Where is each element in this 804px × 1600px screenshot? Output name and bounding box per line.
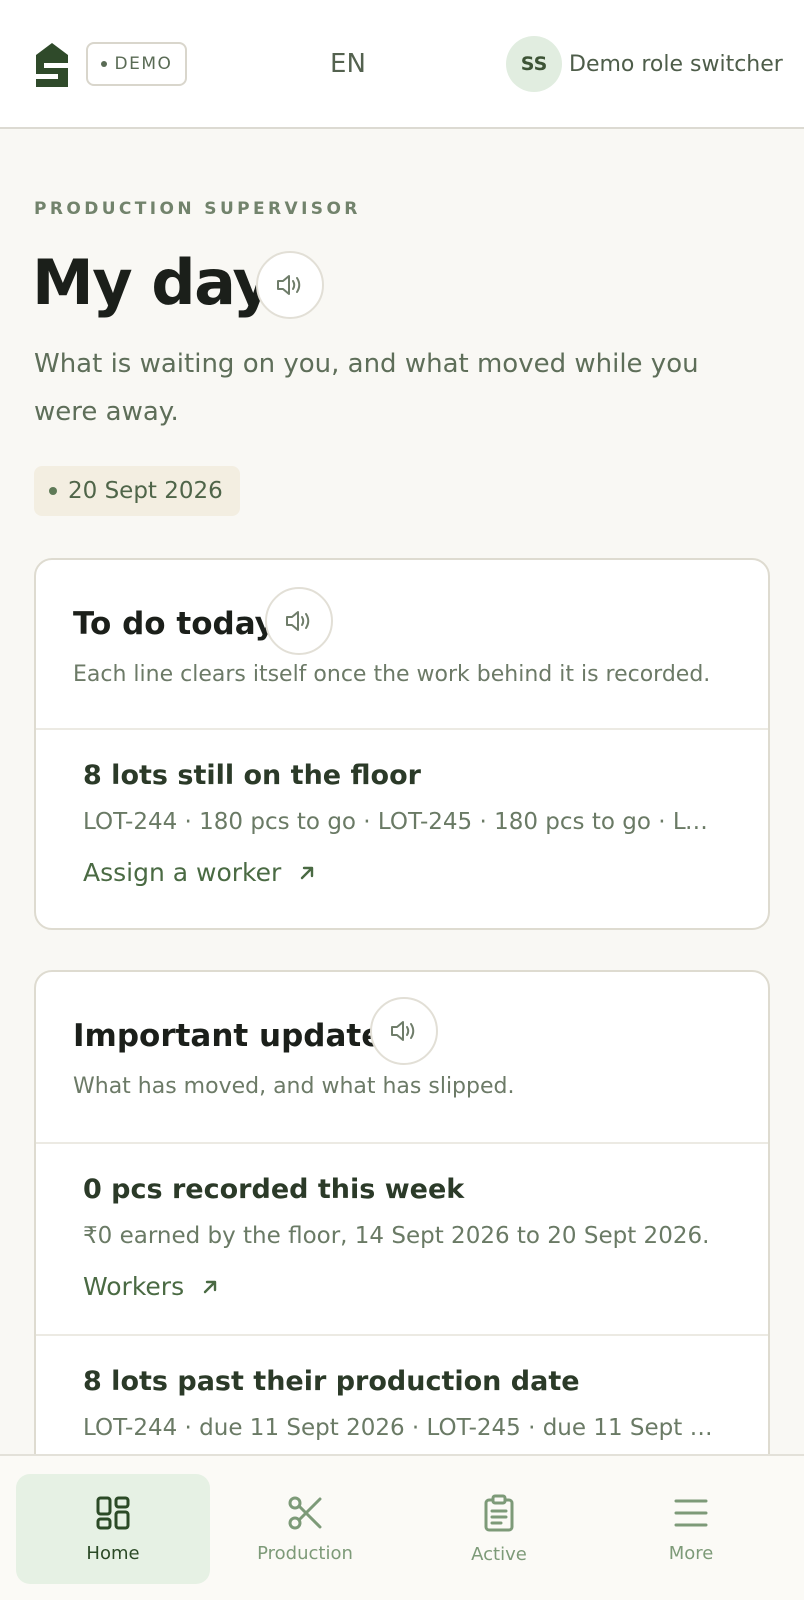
nav-item-active[interactable]: Active xyxy=(402,1474,596,1584)
workers-link-label: Workers xyxy=(83,1272,185,1301)
read-aloud-updates-button[interactable] xyxy=(370,997,438,1065)
nav-item-home[interactable]: Home xyxy=(16,1474,210,1584)
update-item-meta: LOT-244 · due 11 Sept 2026 · LOT-245 · d… xyxy=(83,1415,723,1441)
todo-item-title: 8 lots still on the floor xyxy=(83,760,421,791)
page-title: My day xyxy=(32,246,273,319)
date-label: 20 Sept 2026 xyxy=(68,478,223,504)
assign-worker-link[interactable]: Assign a worker xyxy=(83,858,317,887)
update-item: 0 pcs recorded this week ₹0 earned by th… xyxy=(36,1144,768,1336)
nav-item-label: More xyxy=(668,1542,714,1564)
menu-icon xyxy=(674,1499,708,1526)
dot-icon xyxy=(49,487,57,495)
role-switcher-label: Demo role switcher xyxy=(569,51,783,77)
top-bar: DEMO EN SS Demo role switcher xyxy=(0,0,804,129)
assign-worker-link-label: Assign a worker xyxy=(83,858,282,887)
workers-link[interactable]: Workers xyxy=(83,1272,220,1301)
nav-item-production[interactable]: Production xyxy=(208,1474,402,1584)
nav-item-more[interactable]: More xyxy=(594,1474,788,1584)
app-logo[interactable] xyxy=(34,41,70,89)
nav-item-label: Home xyxy=(86,1542,140,1564)
todo-card: To do today Each line clears itself once… xyxy=(34,558,770,930)
demo-badge-label: DEMO xyxy=(114,54,173,74)
updates-card-title: Important updates xyxy=(73,1018,401,1054)
speaker-icon xyxy=(286,611,310,631)
dot-icon xyxy=(100,61,107,67)
speaker-icon xyxy=(391,1021,415,1041)
updates-card-description: What has moved, and what has slipped. xyxy=(73,1074,515,1099)
avatar: SS xyxy=(506,36,562,92)
update-item-meta: ₹0 earned by the floor, 14 Sept 2026 to … xyxy=(83,1223,710,1249)
nav-item-label: Active xyxy=(471,1543,527,1565)
update-item-title: 8 lots past their production date xyxy=(83,1366,580,1397)
todo-card-description: Each line clears itself once the work be… xyxy=(73,662,711,687)
bottom-nav: Home Production Active More xyxy=(0,1454,804,1600)
date-chip: 20 Sept 2026 xyxy=(34,466,240,516)
updates-card: Important updates What has moved, and wh… xyxy=(34,970,770,1490)
read-aloud-title-button[interactable] xyxy=(256,251,324,319)
nav-item-label: Production xyxy=(257,1542,353,1564)
arrow-up-right-icon xyxy=(203,1280,217,1293)
todo-card-header: To do today Each line clears itself once… xyxy=(36,560,768,730)
grid-icon xyxy=(96,1496,130,1529)
todo-item: 8 lots still on the floor LOT-244 · 180 … xyxy=(36,730,768,928)
arrow-up-right-icon xyxy=(301,866,314,879)
todo-card-title: To do today xyxy=(73,606,275,642)
role-eyebrow: PRODUCTION SUPERVISOR xyxy=(34,199,361,219)
page-subtitle: What is waiting on you, and what moved w… xyxy=(34,349,699,427)
demo-badge: DEMO xyxy=(86,42,187,86)
updates-card-header: Important updates What has moved, and wh… xyxy=(36,972,768,1144)
scissors-icon xyxy=(288,1496,322,1529)
language-switch[interactable]: EN xyxy=(310,46,386,82)
todo-item-meta: LOT-244 · 180 pcs to go · LOT-245 · 180 … xyxy=(83,809,723,835)
update-item-title: 0 pcs recorded this week xyxy=(83,1174,465,1205)
read-aloud-todo-button[interactable] xyxy=(265,587,333,655)
speaker-icon xyxy=(277,275,301,295)
role-switcher[interactable]: SS Demo role switcher xyxy=(506,36,783,92)
clipboard-icon xyxy=(484,1494,514,1531)
